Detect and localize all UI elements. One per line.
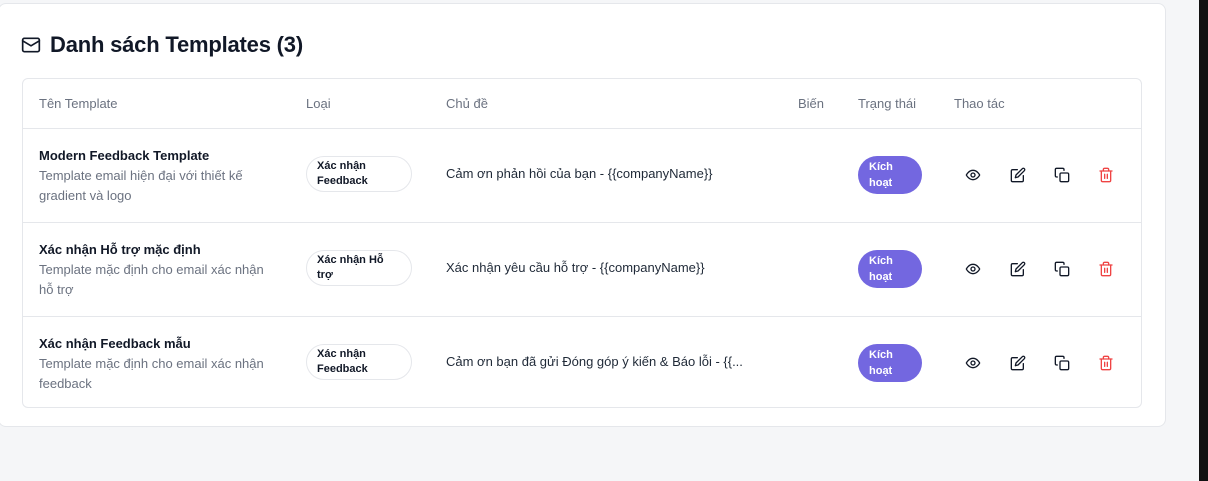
- trash-icon[interactable]: [1097, 354, 1115, 372]
- edit-icon[interactable]: [1009, 260, 1027, 278]
- copy-icon[interactable]: [1053, 166, 1071, 184]
- table-row: Xác nhận Feedback mẫu Template mặc định …: [23, 317, 1141, 407]
- copy-icon[interactable]: [1053, 260, 1071, 278]
- edit-icon[interactable]: [1009, 354, 1027, 372]
- trash-icon[interactable]: [1097, 260, 1115, 278]
- eye-icon[interactable]: [964, 354, 982, 372]
- table-row: Modern Feedback Template Template email …: [23, 129, 1141, 223]
- template-subject: Cảm ơn phản hồi của bạn - {{companyName}…: [446, 166, 713, 181]
- templates-table: Tên Template Loại Chủ đề Biến Trạng thái…: [22, 78, 1142, 408]
- header-status: Trạng thái: [858, 96, 917, 111]
- template-description: Template mặc định cho email xác nhận hỗ …: [39, 262, 264, 297]
- header-type: Loại: [306, 96, 331, 111]
- template-subject: Xác nhận yêu cầu hỗ trợ - {{companyName}…: [446, 260, 705, 275]
- edit-icon[interactable]: [1009, 166, 1027, 184]
- header-subject: Chủ đề: [446, 96, 488, 111]
- header-variables: Biến: [798, 96, 825, 111]
- template-description: Template mặc định cho email xác nhận fee…: [39, 356, 264, 391]
- card-header: Danh sách Templates (3): [21, 32, 303, 58]
- header-name: Tên Template: [39, 96, 118, 111]
- status-badge: Kích hoạt: [858, 156, 922, 194]
- header-actions: Thao tác: [954, 96, 1005, 111]
- template-name: Xác nhận Feedback mẫu: [39, 336, 191, 351]
- template-name-cell: Xác nhận Feedback mẫu Template mặc định …: [39, 335, 279, 394]
- copy-icon[interactable]: [1053, 354, 1071, 372]
- template-description: Template email hiện đại với thiết kế gra…: [39, 168, 243, 203]
- table-row: Xác nhận Hỗ trợ mặc định Template mặc đị…: [23, 223, 1141, 317]
- template-name-cell: Xác nhận Hỗ trợ mặc định Template mặc đị…: [39, 241, 279, 300]
- type-badge: Xác nhận Feedback: [306, 344, 412, 380]
- trash-icon[interactable]: [1097, 166, 1115, 184]
- eye-icon[interactable]: [964, 260, 982, 278]
- table-header: Tên Template Loại Chủ đề Biến Trạng thái…: [23, 79, 1141, 129]
- eye-icon[interactable]: [964, 166, 982, 184]
- status-badge: Kích hoạt: [858, 344, 922, 382]
- card-title: Danh sách Templates (3): [50, 32, 303, 57]
- type-badge: Xác nhận Feedback: [306, 156, 412, 192]
- template-name-cell: Modern Feedback Template Template email …: [39, 147, 279, 206]
- mail-icon: [21, 35, 41, 55]
- type-badge: Xác nhận Hỗ trợ: [306, 250, 412, 286]
- status-badge: Kích hoạt: [858, 250, 922, 288]
- template-subject: Cảm ơn bạn đã gửi Đóng góp ý kiến & Báo …: [446, 354, 743, 369]
- template-name: Xác nhận Hỗ trợ mặc định: [39, 242, 201, 257]
- templates-card: Danh sách Templates (3) Tên Template Loạ…: [0, 3, 1166, 427]
- template-name: Modern Feedback Template: [39, 148, 210, 163]
- scrollbar[interactable]: [1199, 0, 1208, 481]
